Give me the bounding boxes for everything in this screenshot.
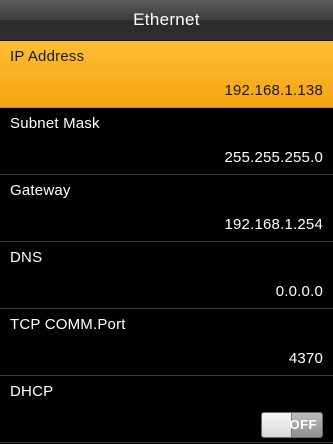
setting-value: 4370 — [288, 350, 323, 367]
toggle-state-label: OFF — [289, 417, 317, 432]
setting-label: DHCP — [10, 383, 54, 400]
setting-ip-address[interactable]: IP Address 192.168.1.138 — [0, 41, 333, 108]
setting-label: IP Address — [10, 48, 85, 65]
setting-dhcp[interactable]: DHCP OFF — [0, 376, 333, 443]
setting-dns[interactable]: DNS 0.0.0.0 — [0, 242, 333, 309]
page-title: Ethernet — [0, 0, 333, 41]
ethernet-screen: Ethernet IP Address 192.168.1.138 Subnet… — [0, 0, 333, 444]
setting-value: 255.255.255.0 — [224, 149, 323, 166]
setting-label: DNS — [10, 249, 43, 266]
setting-subnet-mask[interactable]: Subnet Mask 255.255.255.0 — [0, 108, 333, 175]
dhcp-toggle[interactable]: OFF — [261, 412, 323, 438]
setting-gateway[interactable]: Gateway 192.168.1.254 — [0, 175, 333, 242]
setting-value: 192.168.1.138 — [224, 82, 323, 99]
setting-label: TCP COMM.Port — [10, 316, 126, 333]
setting-label: Gateway — [10, 182, 71, 199]
setting-tcp-comm-port[interactable]: TCP COMM.Port 4370 — [0, 309, 333, 376]
ethernet-settings-list: IP Address 192.168.1.138 Subnet Mask 255… — [0, 41, 333, 443]
setting-value: 0.0.0.0 — [275, 283, 323, 300]
setting-value: 192.168.1.254 — [224, 216, 323, 233]
toggle-knob — [262, 413, 292, 437]
setting-label: Subnet Mask — [10, 115, 100, 132]
